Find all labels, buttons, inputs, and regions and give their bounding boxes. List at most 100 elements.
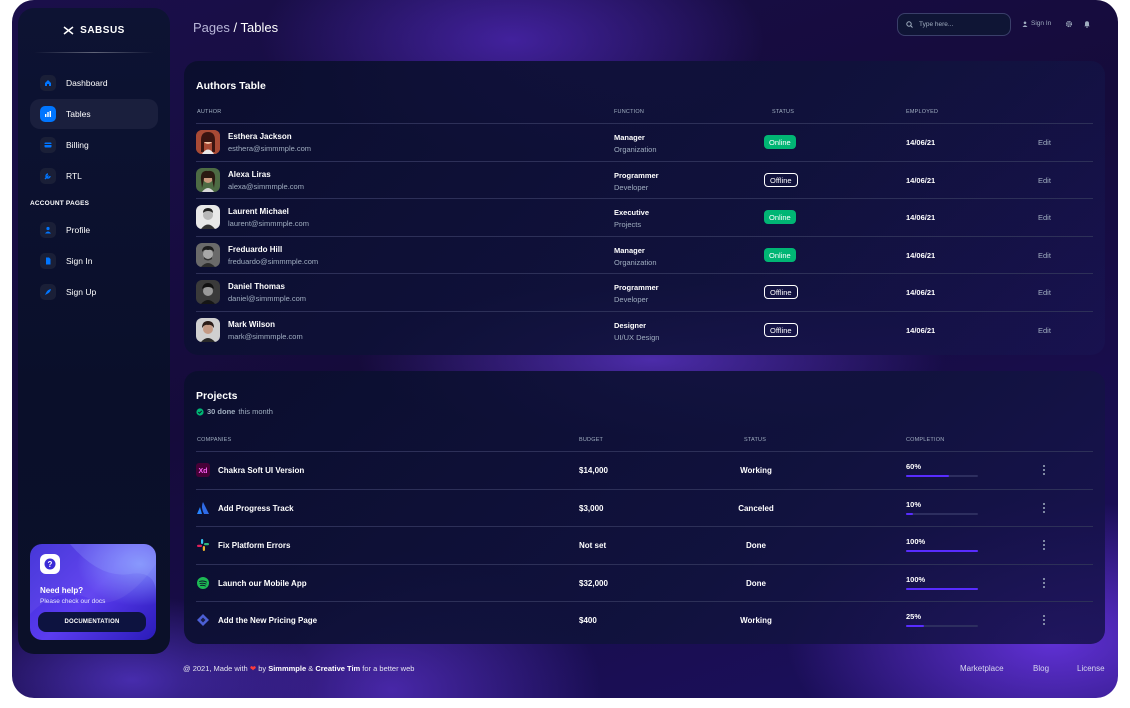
bell-icon[interactable] [1083,20,1091,28]
author-department: Organization [614,145,657,154]
progress-bar [906,588,978,590]
breadcrumb-separator: / [229,20,241,35]
help-subtitle: Please check our docs [40,598,106,605]
footer-link-blog[interactable]: Blog [1033,664,1049,673]
more-vertical-icon[interactable] [1042,502,1046,514]
edit-link[interactable]: Edit [1038,176,1051,185]
edit-link[interactable]: Edit [1038,213,1051,222]
avatar [196,130,220,154]
edit-link[interactable]: Edit [1038,288,1051,297]
employed-date: 14/06/21 [906,326,936,335]
table-row: Daniel Thomas daniel@simmmple.com Progra… [196,273,1093,311]
more-vertical-icon[interactable] [1042,577,1046,589]
progress-fill [906,625,924,627]
sidebar-item-tables[interactable]: Tables [30,99,158,129]
sign-in-label: Sign In [1031,20,1052,27]
footer-link-license[interactable]: License [1077,664,1105,673]
table-row: Laurent Michael laurent@simmmple.com Exe… [196,198,1093,236]
gear-icon[interactable] [1065,20,1073,28]
column-header-completion: COMPLETION [906,437,945,443]
credit-card-icon [40,137,56,153]
employed-date: 14/06/21 [906,138,936,147]
footer-link-marketplace[interactable]: Marketplace [960,664,1004,673]
wrench-icon [40,168,56,184]
column-header-function: FUNCTION [614,109,645,115]
documentation-button[interactable]: DOCUMENTATION [38,612,146,632]
sidebar-item-label: Dashboard [66,78,108,88]
table-row: Xd Chakra Soft UI Version $14,000 Workin… [196,451,1093,489]
svg-text:?: ? [48,560,53,569]
more-vertical-icon[interactable] [1042,614,1046,626]
breadcrumb-root[interactable]: Pages [193,20,230,35]
status-badge: Offline [764,173,798,187]
svg-text:Xd: Xd [199,468,208,475]
help-title: Need help? [40,586,84,595]
author-role: Manager [614,133,645,142]
project-status: Done [746,541,766,550]
sidebar-item-label: Sign Up [66,287,97,297]
page-title: Tables [240,20,279,35]
status-badge: Offline [764,323,798,337]
slack-icon [196,538,210,552]
project-budget: $14,000 [579,466,608,475]
progress-fill [906,588,978,590]
spotify-icon [196,576,210,590]
author-name: Mark Wilson [228,320,276,329]
table-row: Add the New Pricing Page $400 Working 25… [196,601,1093,639]
project-status: Canceled [738,504,774,513]
footer-author-creative-tim[interactable]: Creative Tim [315,664,360,673]
author-email: freduardo@simmmple.com [228,257,319,266]
person-icon [40,222,56,238]
table-row: Mark Wilson mark@simmmple.com Designer U… [196,311,1093,349]
column-header-companies: COMPANIES [197,437,232,443]
author-email: laurent@simmmple.com [228,219,309,228]
edit-link[interactable]: Edit [1038,326,1051,335]
sidebar-item-rtl[interactable]: RTL [30,161,158,191]
employed-date: 14/06/21 [906,288,936,297]
status-badge: Online [764,135,796,149]
table-row: Fix Platform Errors Not set Done 100% [196,526,1093,564]
author-email: alexa@simmmple.com [228,182,304,191]
avatar [196,243,220,267]
author-role: Designer [614,321,647,330]
sidebar-item-sign-in[interactable]: Sign In [30,246,158,276]
progress-fill [906,550,978,552]
sidebar-item-profile[interactable]: Profile [30,215,158,245]
document-icon [40,253,56,269]
author-name: Esthera Jackson [228,132,292,141]
projects-card: Projects 30 done this month COMPANIES BU… [184,371,1105,644]
search-input[interactable] [919,21,999,28]
employed-date: 14/06/21 [906,251,936,260]
column-header-employed: EMPLOYED [906,109,939,115]
avatar [196,205,220,229]
edit-link[interactable]: Edit [1038,138,1051,147]
author-role: Programmer [614,171,659,180]
sidebar-item-dashboard[interactable]: Dashboard [30,68,158,98]
brand-logo[interactable]: SABSUS [18,8,170,52]
sidebar-item-label: Profile [66,225,91,235]
edit-link[interactable]: Edit [1038,251,1051,260]
more-vertical-icon[interactable] [1042,539,1046,551]
footer-author-simmmple[interactable]: Simmmple [268,664,306,673]
project-status: Working [740,466,772,475]
sidebar-item-billing[interactable]: Billing [30,130,158,160]
account-pages-heading: ACCOUNT PAGES [30,200,90,207]
home-icon [40,75,56,91]
sidebar-item-label: RTL [66,171,82,181]
author-department: Developer [614,183,649,192]
author-name: Daniel Thomas [228,282,285,291]
footer-amp: & [306,664,316,673]
completion-percent: 100% [906,537,926,546]
table-row: Freduardo Hill freduardo@simmmple.com Ma… [196,236,1093,274]
author-email: daniel@simmmple.com [228,294,307,303]
table-row: Alexa Liras alexa@simmmple.com Programme… [196,161,1093,199]
author-name: Alexa Liras [228,170,271,179]
rocket-icon [40,284,56,300]
progress-bar [906,475,978,477]
header-sign-in[interactable]: Sign In [1022,20,1051,27]
search-box[interactable] [897,13,1011,36]
completion-percent: 10% [906,500,922,509]
footer-credits: @ 2021, Made with ❤ by Simmmple & Creati… [183,664,414,673]
sidebar-item-sign-up[interactable]: Sign Up [30,277,158,307]
more-vertical-icon[interactable] [1042,464,1046,476]
